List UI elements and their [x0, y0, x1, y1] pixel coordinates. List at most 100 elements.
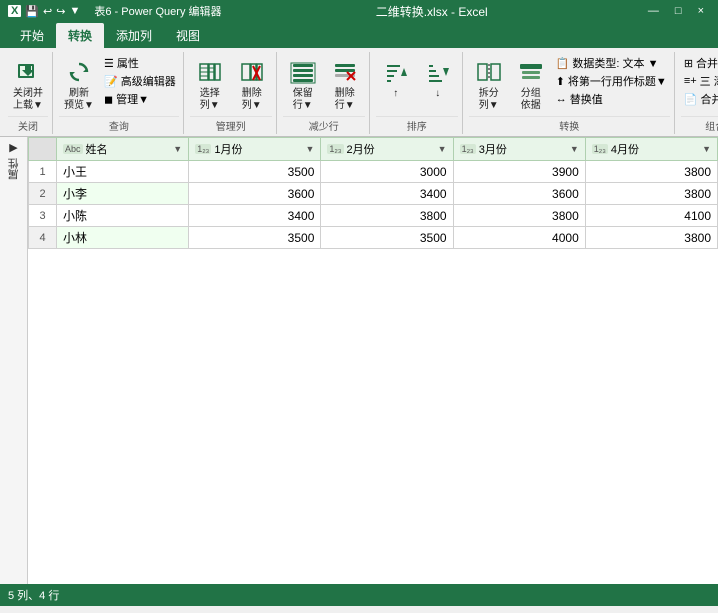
- col-type-m4-badge: 1₂₃: [592, 144, 608, 154]
- row-num-2: 2: [29, 183, 57, 205]
- table-row: 1 小王 3500 3000 3900 3800: [29, 161, 718, 183]
- cell-m3-4[interactable]: 4000: [453, 227, 585, 249]
- combine-files-button[interactable]: 📄 合并文: [681, 90, 718, 108]
- advanced-editor-label: 高级编辑器: [121, 73, 176, 89]
- data-type-button[interactable]: 📋 数据类型: 文本 ▼: [553, 54, 670, 72]
- col-header-m4[interactable]: 1₂₃ 4月份 ▼: [585, 138, 717, 161]
- quick-access-undo[interactable]: ↩: [43, 5, 52, 18]
- col-m3-label: 3月份: [479, 141, 507, 157]
- cell-name-3[interactable]: 小陈: [57, 205, 189, 227]
- quick-access-more[interactable]: ▼: [69, 5, 80, 17]
- merge-queries-button[interactable]: ⊞ 合并查: [681, 54, 718, 72]
- cell-m3-2[interactable]: 3600: [453, 183, 585, 205]
- split-column-icon: [473, 56, 505, 88]
- cell-m4-1[interactable]: 3800: [585, 161, 717, 183]
- choose-columns-icon: [194, 56, 226, 88]
- advanced-editor-button[interactable]: 📝 高级编辑器: [101, 72, 179, 90]
- close-load-button[interactable]: 关闭并上载▼: [8, 54, 48, 114]
- col-header-m3[interactable]: 1₂₃ 3月份 ▼: [453, 138, 585, 161]
- close-load-label: 关闭并上载▼: [13, 88, 43, 112]
- cell-name-1[interactable]: 小王: [57, 161, 189, 183]
- sort-desc-button[interactable]: ↓: [418, 54, 458, 102]
- transform-content: 拆分列▼ 分组依据 📋 数据类型: 文本 ▼ ⬆: [469, 54, 670, 116]
- cell-m4-4[interactable]: 3800: [585, 227, 717, 249]
- tab-add-column[interactable]: 添加列: [104, 23, 164, 48]
- cell-m3-3[interactable]: 3800: [453, 205, 585, 227]
- remove-rows-label: 删除行▼: [335, 88, 355, 112]
- sort-asc-icon: [380, 56, 412, 88]
- cell-m3-1[interactable]: 3900: [453, 161, 585, 183]
- row-num-3: 3: [29, 205, 57, 227]
- manage-cols-label: 管理列: [190, 116, 272, 134]
- ribbon-group-reduce-rows: 保留行▼ 删除行▼ 减少行: [279, 52, 370, 134]
- cell-m4-2[interactable]: 3800: [585, 183, 717, 205]
- keep-rows-icon: [287, 56, 319, 88]
- left-panel-arrow[interactable]: ▶: [9, 141, 17, 154]
- minimize-button[interactable]: —: [642, 5, 665, 17]
- ribbon-group-sort: ↑ ↓ 排序: [372, 52, 463, 134]
- cell-name-4[interactable]: 小林: [57, 227, 189, 249]
- remove-columns-button[interactable]: 删除列▼: [232, 54, 272, 114]
- combine-group-label: 组合: [681, 116, 718, 134]
- ribbon-group-close: 关闭并上载▼ 关闭: [4, 52, 53, 134]
- replace-values-button[interactable]: ↔ 替换值: [553, 90, 670, 108]
- status-bar: 5 列、4 行: [0, 584, 718, 606]
- cell-m2-2[interactable]: 3400: [321, 183, 453, 205]
- tab-view[interactable]: 视图: [164, 23, 212, 48]
- properties-button[interactable]: ☰ 属性: [101, 54, 179, 72]
- cell-m2-4[interactable]: 3500: [321, 227, 453, 249]
- col-m1-dropdown[interactable]: ▼: [305, 144, 314, 154]
- cell-m4-3[interactable]: 4100: [585, 205, 717, 227]
- col-type-name-badge: Abc: [63, 144, 83, 154]
- sort-label: 排序: [376, 116, 458, 134]
- grid-area[interactable]: Abc 姓名 ▼ 1₂₃ 1月份 ▼ 1: [28, 137, 718, 584]
- remove-rows-button[interactable]: 删除行▼: [325, 54, 365, 114]
- choose-columns-button[interactable]: 选择列▼: [190, 54, 230, 114]
- cell-m2-1[interactable]: 3000: [321, 161, 453, 183]
- tab-transform[interactable]: 转换: [56, 23, 104, 48]
- cell-m2-3[interactable]: 3800: [321, 205, 453, 227]
- col-m2-dropdown[interactable]: ▼: [438, 144, 447, 154]
- manage-icon: ◼: [104, 93, 113, 106]
- keep-rows-button[interactable]: 保留行▼: [283, 54, 323, 114]
- merge-queries-icon: ⊞: [684, 57, 693, 70]
- close-load-icon: [12, 56, 44, 88]
- col-name-dropdown[interactable]: ▼: [173, 144, 182, 154]
- close-button[interactable]: ×: [692, 5, 710, 17]
- ribbon-group-query: 刷新预览▼ ☰ 属性 📝 高级编辑器 ◼ 管理▼ 查询: [55, 52, 184, 134]
- merge-queries-label: 合并查: [696, 55, 718, 71]
- col-header-m2[interactable]: 1₂₃ 2月份 ▼: [321, 138, 453, 161]
- cell-m1-2[interactable]: 3600: [189, 183, 321, 205]
- use-first-row-icon: ⬆: [556, 75, 565, 88]
- quick-access-redo[interactable]: ↪: [56, 5, 65, 18]
- split-column-button[interactable]: 拆分列▼: [469, 54, 509, 114]
- refresh-preview-button[interactable]: 刷新预览▼: [59, 54, 99, 114]
- tab-home[interactable]: 开始: [8, 23, 56, 48]
- cell-m1-4[interactable]: 3500: [189, 227, 321, 249]
- use-first-row-button[interactable]: ⬆ 将第一行用作标题▼: [553, 72, 670, 90]
- col-m3-dropdown[interactable]: ▼: [570, 144, 579, 154]
- cell-m1-1[interactable]: 3500: [189, 161, 321, 183]
- cell-m1-3[interactable]: 3400: [189, 205, 321, 227]
- manage-button[interactable]: ◼ 管理▼: [101, 90, 179, 108]
- group-by-button[interactable]: 分组依据: [511, 54, 551, 114]
- col-type-m3-badge: 1₂₃: [460, 144, 476, 154]
- use-first-row-label: 将第一行用作标题▼: [568, 73, 667, 89]
- keep-rows-label: 保留行▼: [293, 88, 313, 112]
- maximize-button[interactable]: □: [669, 5, 688, 17]
- quick-access-save[interactable]: 💾: [25, 5, 39, 18]
- col-header-m1[interactable]: 1₂₃ 1月份 ▼: [189, 138, 321, 161]
- window-title: 二维转换.xlsx - Excel: [376, 3, 488, 20]
- group-by-label: 分组依据: [521, 88, 541, 112]
- col-header-name[interactable]: Abc 姓名 ▼: [57, 138, 189, 161]
- col-m4-label: 4月份: [611, 141, 639, 157]
- row-number-header: [29, 138, 57, 161]
- cell-name-2[interactable]: 小李: [57, 183, 189, 205]
- col-m4-dropdown[interactable]: ▼: [702, 144, 711, 154]
- table-row: 3 小陈 3400 3800 3800 4100: [29, 205, 718, 227]
- advanced-editor-icon: 📝: [104, 75, 118, 88]
- sort-asc-button[interactable]: ↑: [376, 54, 416, 102]
- append-queries-button[interactable]: ≡+ 三 添加查: [681, 72, 718, 90]
- close-group-content: 关闭并上载▼: [8, 54, 48, 116]
- query-group-content: 刷新预览▼ ☰ 属性 📝 高级编辑器 ◼ 管理▼: [59, 54, 179, 116]
